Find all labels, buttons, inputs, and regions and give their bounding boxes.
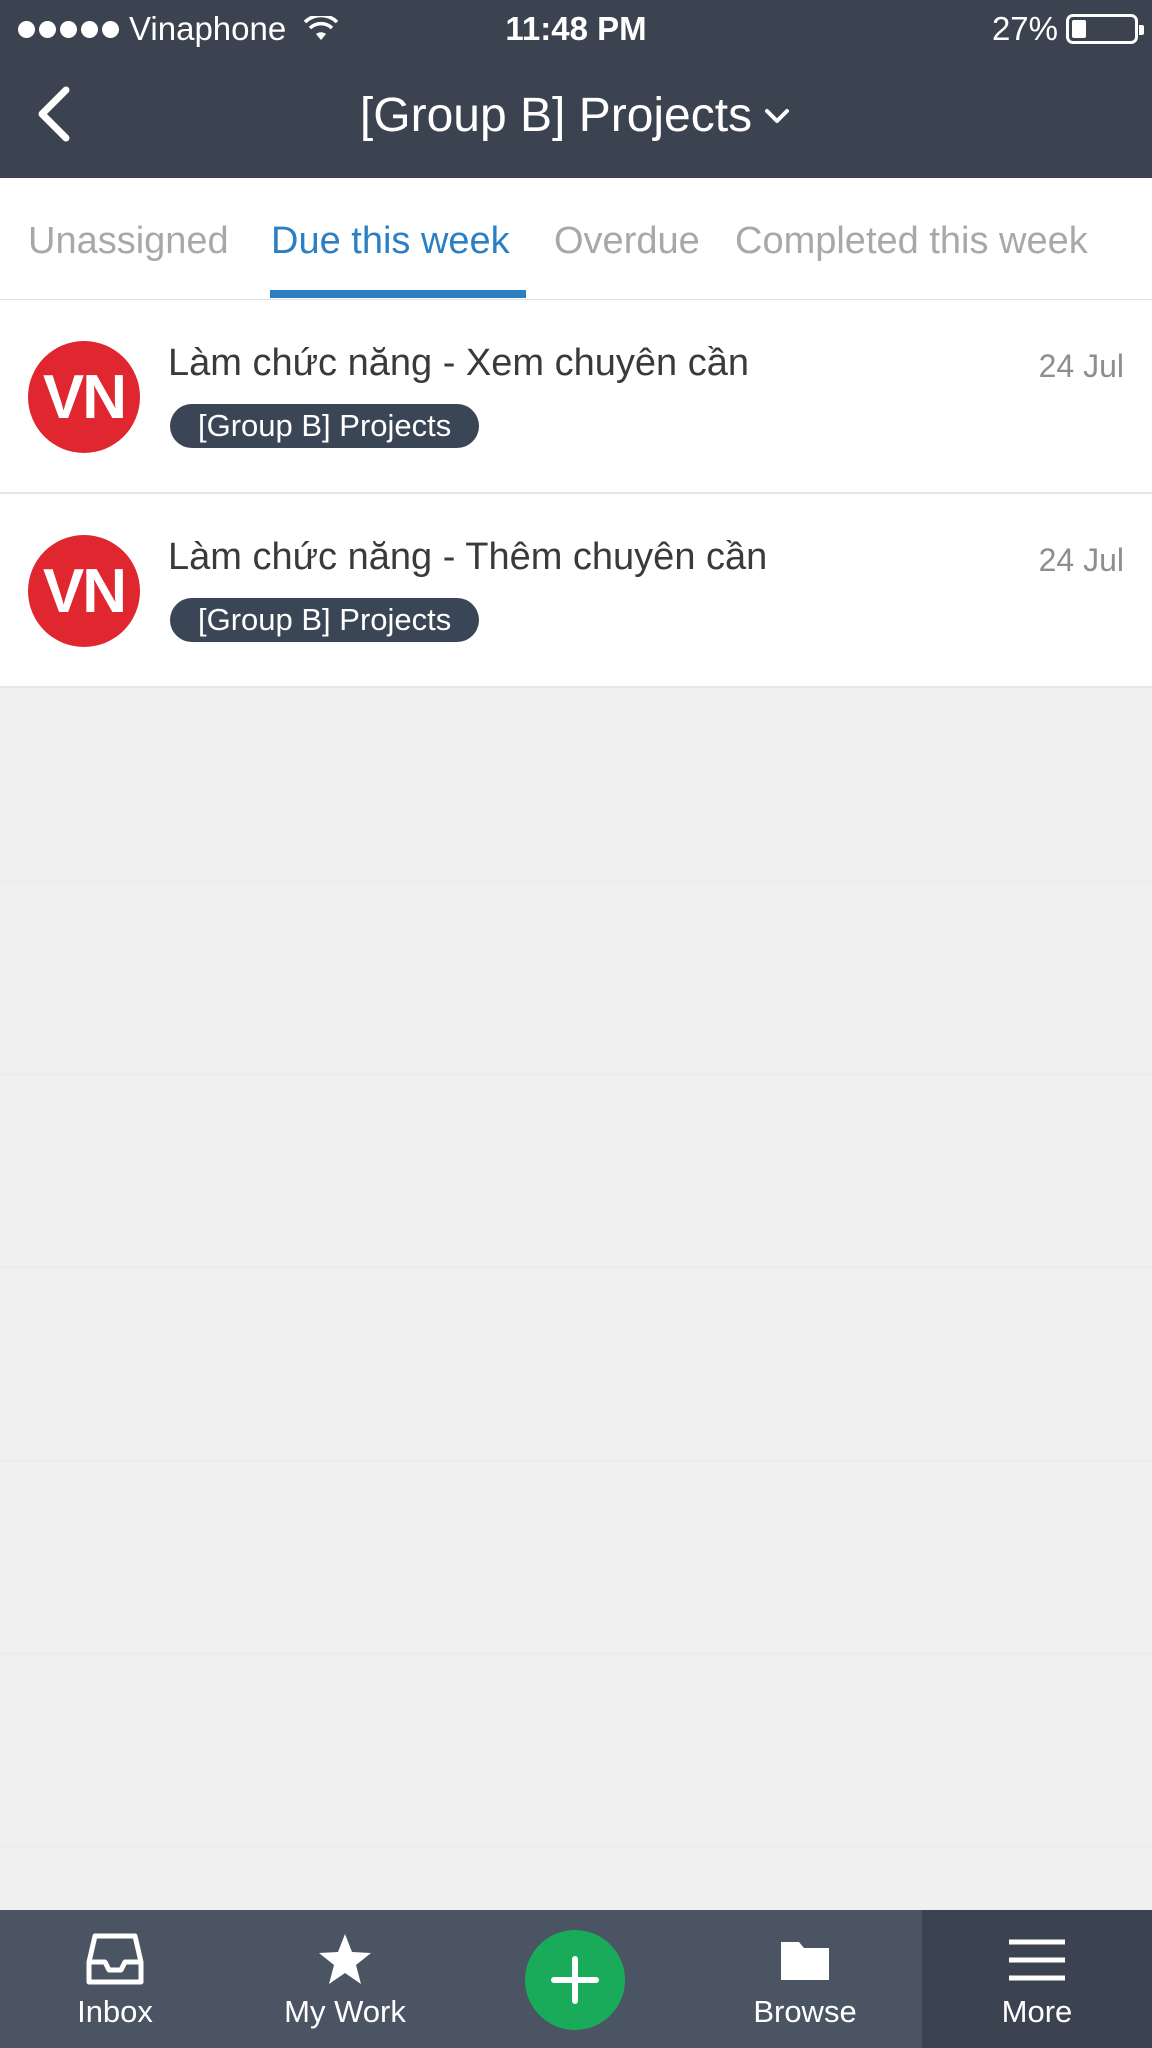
tab-my-work-label: My Work [284,1994,406,2029]
task-title: Làm chức năng - Thêm chuyên cần [168,536,768,578]
task-item[interactable]: VN Làm chức năng - Thêm chuyên cần [Grou… [0,494,1152,688]
battery-percentage: 27% [991,10,1058,47]
tab-inbox[interactable]: Inbox [45,1910,185,2048]
filter-tabs: Unassigned Due this week Overdue Complet… [0,178,1152,300]
navigation-bar: [Group B] Projects [0,58,1152,178]
bottom-tab-bar: Inbox My Work Browse More [0,1910,1152,2048]
avatar: VN [28,341,140,453]
tab-due-this-week[interactable]: Due this week [271,220,510,263]
tab-unassigned[interactable]: Unassigned [28,220,229,263]
tab-completed-this-week[interactable]: Completed this week [735,220,1088,263]
inbox-icon [86,1933,144,1985]
battery-status: 27% [991,10,1144,48]
due-date: 24 Jul [1038,542,1124,578]
chevron-down-icon [765,108,790,123]
menu-icon [1009,1939,1065,1981]
folder-icon [781,1942,829,1980]
status-time: 11:48 PM [505,10,647,47]
task-item[interactable]: VN Làm chức năng - Xem chuyên cần [Group… [0,300,1152,494]
tab-overdue[interactable]: Overdue [554,220,700,263]
active-tab-indicator [270,290,526,298]
tab-inbox-label: Inbox [77,1994,153,2029]
star-icon [319,1934,371,1984]
empty-list-area [0,688,1152,1910]
task-title: Làm chức năng - Xem chuyên cần [168,342,749,384]
battery-icon [1066,14,1144,44]
tab-browse-label: Browse [753,1994,857,2029]
task-list: VN Làm chức năng - Xem chuyên cần [Group… [0,300,1152,688]
due-date: 24 Jul [1038,348,1124,384]
tab-more-label: More [1001,1994,1073,2029]
tab-my-work[interactable]: My Work [270,1910,420,2048]
tab-more[interactable]: More [962,1910,1112,2048]
avatar: VN [28,535,140,647]
status-bar: Vinaphone 11:48 PM 27% [0,0,1152,58]
project-tag: [Group B] Projects [170,598,480,642]
page-title: [Group B] Projects [359,89,753,142]
plus-icon [551,1956,599,2004]
project-selector[interactable]: [Group B] Projects [0,88,1152,143]
project-tag: [Group B] Projects [170,404,480,448]
tab-browse[interactable]: Browse [730,1910,880,2048]
add-task-button[interactable] [525,1930,625,2030]
